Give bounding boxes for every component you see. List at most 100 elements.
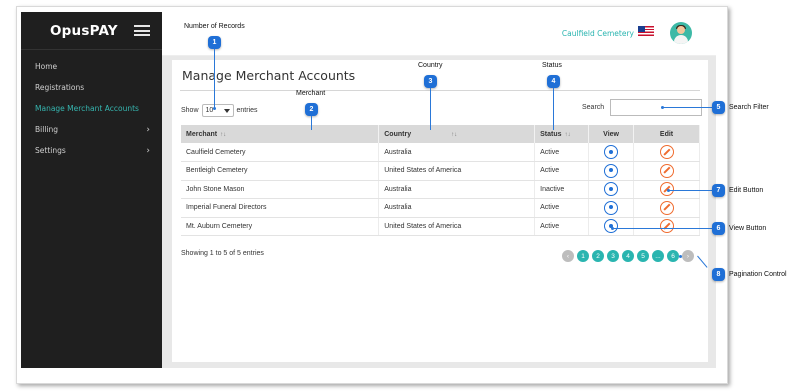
pagination-page-button[interactable]: 1 [577, 250, 589, 262]
cell-status: Active [534, 143, 590, 162]
callout-dot [611, 227, 614, 230]
sidebar-item-registrations[interactable]: Registrations [21, 77, 162, 98]
callout-label-6: View Button [729, 225, 767, 232]
table-header-row: Merchant ↑↓ Country ↑↓ Status ↑↓ View Edit [181, 125, 700, 143]
view-icon[interactable] [604, 145, 619, 159]
callout-label-5: Search Filter [729, 104, 769, 111]
sidebar-item-billing[interactable]: Billing › [21, 119, 162, 140]
callout-badge-3: 3 [424, 75, 437, 88]
search-label: Search [582, 104, 605, 111]
callout-badge-6: 6 [712, 222, 725, 235]
cell-merchant: Caulfield Cemetery [181, 143, 380, 162]
pagination-page-button[interactable]: 2 [592, 250, 604, 262]
pagination-page-button[interactable]: 6 [667, 250, 679, 262]
cell-country: United States of America [378, 161, 536, 181]
caret-down-icon [223, 108, 230, 113]
callout-dot [667, 189, 670, 192]
column-header-status[interactable]: Status ↑↓ [534, 125, 590, 143]
table-row: Bentleigh Cemetery United States of Amer… [181, 161, 700, 181]
callout-line [553, 88, 554, 130]
menu-icon[interactable] [134, 25, 150, 36]
cell-country: Australia [378, 180, 536, 199]
cell-merchant: Mt. Auburn Cemetery [181, 217, 380, 236]
callout-line [668, 190, 712, 191]
brand-logo: OpusPAY [50, 22, 118, 39]
callout-label-7: Edit Button [729, 187, 764, 194]
callout-line [430, 88, 431, 130]
sidebar-item-label: Settings [35, 146, 66, 155]
entries-label: entries [236, 107, 258, 114]
column-header-view: View [588, 125, 635, 143]
callout-line [214, 49, 215, 109]
sidebar-nav: Home Registrations Manage Merchant Accou… [21, 50, 162, 161]
cell-country: Australia [378, 143, 536, 162]
callout-label-1: Number of Records [184, 23, 245, 30]
edit-icon[interactable] [659, 145, 674, 159]
callout-dot [213, 107, 216, 110]
sort-icon: ↑↓ [220, 131, 227, 138]
view-icon[interactable] [604, 182, 619, 197]
sidebar-item-label: Billing [35, 125, 58, 134]
callout-badge-5: 5 [712, 101, 725, 114]
column-header-edit: Edit [633, 125, 700, 143]
sidebar-item-settings[interactable]: Settings › [21, 140, 162, 161]
view-icon[interactable] [604, 163, 619, 178]
callout-badge-2: 2 [305, 103, 318, 116]
sort-icon: ↑↓ [451, 131, 458, 138]
pagination: ‹ 1 2 3 4 5 ... 6 › [562, 250, 694, 262]
table-row: Imperial Funeral Directors Australia Act… [181, 198, 700, 218]
merchant-table: Merchant ↑↓ Country ↑↓ Status ↑↓ View Edit … [181, 125, 700, 236]
avatar[interactable] [670, 22, 692, 44]
pagination-page-button[interactable]: 5 [637, 250, 649, 262]
edit-icon[interactable] [659, 163, 674, 178]
sidebar-item-label: Registrations [35, 83, 85, 92]
callout-label-2: Merchant [296, 90, 326, 97]
cell-status: Active [534, 161, 590, 181]
chevron-right-icon: › [146, 145, 150, 156]
pagination-next-button[interactable]: › [682, 250, 694, 262]
sort-icon: ↑↓ [564, 131, 571, 138]
chevron-right-icon: › [146, 124, 150, 135]
callout-badge-1: 1 [208, 36, 221, 49]
cell-country: United States of America [378, 217, 536, 236]
callout-badge-8: 8 [712, 268, 725, 281]
callout-label-8: Pagination Control [729, 271, 787, 278]
callout-dot [661, 106, 664, 109]
show-label: Show [181, 107, 199, 114]
records-per-page-select[interactable]: 10 [201, 104, 234, 117]
table-row: John Stone Mason Australia Inactive [181, 180, 700, 199]
callout-label-4: Status [542, 62, 562, 69]
callout-line [311, 116, 312, 130]
top-bar: Caulfield Cemetery [162, 12, 716, 56]
organization-name[interactable]: Caulfield Cemetery [562, 29, 634, 38]
cell-status: Active [534, 217, 590, 236]
column-header-merchant[interactable]: Merchant ↑↓ [181, 125, 380, 143]
table-info: Showing 1 to 5 of 5 entries [181, 250, 264, 257]
cell-merchant: Imperial Funeral Directors [181, 198, 380, 218]
us-flag-icon[interactable] [638, 26, 654, 36]
sidebar-item-manage-merchant-accounts[interactable]: Manage Merchant Accounts [21, 98, 162, 119]
pagination-page-button[interactable]: 4 [622, 250, 634, 262]
brand-bar: OpusPAY [21, 12, 162, 50]
column-header-country[interactable]: Country ↑↓ [378, 125, 536, 143]
callout-label-3: Country [418, 62, 443, 69]
edit-icon[interactable] [659, 219, 674, 234]
cell-status: Inactive [534, 180, 590, 199]
sidebar-item-home[interactable]: Home [21, 56, 162, 77]
page-title: Manage Merchant Accounts [182, 68, 356, 83]
pagination-page-button[interactable]: 3 [607, 250, 619, 262]
cell-merchant: John Stone Mason [181, 180, 380, 199]
divider [180, 90, 700, 91]
pagination-prev-button[interactable]: ‹ [562, 250, 574, 262]
edit-icon[interactable] [659, 200, 674, 215]
sidebar-item-label: Home [35, 62, 58, 71]
cell-merchant: Bentleigh Cemetery [181, 161, 380, 181]
pagination-ellipsis[interactable]: ... [652, 250, 664, 262]
callout-line [612, 228, 712, 229]
callout-badge-4: 4 [547, 75, 560, 88]
callout-dot [679, 255, 682, 258]
view-icon[interactable] [604, 200, 619, 215]
sidebar-item-label: Manage Merchant Accounts [35, 104, 139, 113]
records-per-page: Show 10 entries [181, 104, 258, 117]
cell-status: Active [534, 198, 590, 218]
